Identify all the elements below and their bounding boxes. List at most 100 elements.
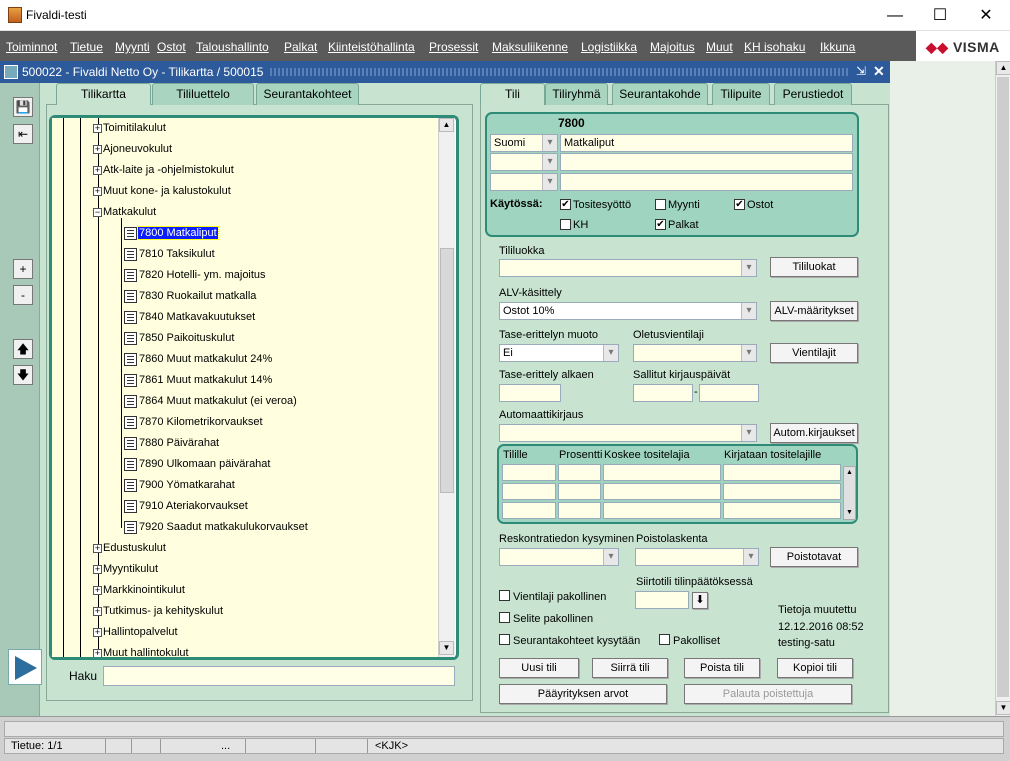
tree-group[interactable]: + Myyntikulut xyxy=(93,559,159,580)
expand-icon[interactable]: + xyxy=(93,606,102,616)
expand-icon[interactable]: + xyxy=(93,186,102,196)
tree-scrollbar[interactable]: ▲ ▼ xyxy=(438,118,455,657)
siirtotili-lookup-icon[interactable]: ⬇ xyxy=(692,592,708,609)
search-input[interactable] xyxy=(103,666,455,686)
tililuokat-button[interactable]: Tililuokat xyxy=(770,257,858,277)
grid-cell[interactable] xyxy=(558,464,601,481)
parent-values-button[interactable]: Pääyrityksen arvot xyxy=(499,684,667,704)
grid-cell[interactable] xyxy=(723,464,841,481)
tree-account[interactable]: 7820 Hotelli- ym. majoitus xyxy=(124,265,267,286)
grid-cell[interactable] xyxy=(603,502,721,519)
tree-group[interactable]: + Hallintopalvelut xyxy=(93,622,179,643)
menu-item[interactable]: Maksuliikenne xyxy=(492,40,568,54)
copy-account-button[interactable]: Kopioi tili xyxy=(777,658,853,678)
grid-cell[interactable] xyxy=(558,502,601,519)
tab-left-1[interactable]: Tililuettelo xyxy=(152,83,254,105)
account-tree[interactable]: + Toimitilakulut + Ajoneuvokulut + Atk-laite … xyxy=(52,118,437,657)
delete-account-button[interactable]: Poista tili xyxy=(684,658,760,678)
grid-cell[interactable] xyxy=(558,483,601,500)
account-name-input[interactable]: Matkaliput xyxy=(560,134,853,152)
in-use-checkbox[interactable] xyxy=(560,219,571,230)
in-use-checkbox[interactable]: ✔ xyxy=(655,219,666,230)
tab-right-2[interactable]: Seurantakohde xyxy=(612,83,708,105)
expand-icon[interactable]: + xyxy=(93,543,102,553)
tree-account[interactable]: 7920 Saadut matkakulukorvaukset xyxy=(124,517,309,538)
move-up-icon[interactable]: 🡅 xyxy=(13,339,33,359)
grid-cell[interactable] xyxy=(502,483,556,500)
poistotavat-button[interactable]: Poistotavat xyxy=(770,547,858,567)
tab-right-1[interactable]: Tiliryhmä xyxy=(545,83,608,105)
tree-account[interactable]: 7850 Paikoituskulut xyxy=(124,328,235,349)
exit-icon[interactable]: ⇤ xyxy=(13,124,33,144)
expand-all-icon[interactable]: + xyxy=(13,259,33,279)
tililuokka-select[interactable] xyxy=(499,259,757,277)
tree-group[interactable]: − Matkakulut xyxy=(93,202,157,223)
tree-group[interactable]: + Tutkimus- ja kehityskulut xyxy=(93,601,224,622)
tree-account[interactable]: 7810 Taksikulut xyxy=(124,244,216,265)
autom-kirjaukset-button[interactable]: Autom.kirjaukset xyxy=(770,423,858,443)
expand-icon[interactable]: + xyxy=(93,627,102,637)
language-select-2[interactable] xyxy=(490,153,558,171)
language-select[interactable]: Suomi xyxy=(490,134,558,152)
scroll-thumb[interactable] xyxy=(997,77,1009,697)
language-select-3[interactable] xyxy=(490,173,558,191)
restore-window-icon[interactable]: ⇲ xyxy=(856,64,866,78)
menu-item[interactable]: Taloushallinto xyxy=(196,40,269,54)
in-use-checkbox[interactable] xyxy=(655,199,666,210)
expand-icon[interactable]: + xyxy=(93,144,102,154)
tree-account[interactable]: 7830 Ruokailut matkalla xyxy=(124,286,257,307)
tree-account[interactable]: 7861 Muut matkakulut 14% xyxy=(124,370,273,391)
scroll-down-icon[interactable]: ▼ xyxy=(996,701,1010,715)
tree-group[interactable]: + Toimitilakulut xyxy=(93,118,167,139)
grid-cell[interactable] xyxy=(603,483,721,500)
tab-left-2[interactable]: Seurantakohteet xyxy=(256,83,359,105)
menu-item[interactable]: Ostot xyxy=(157,40,186,54)
save-icon[interactable]: 💾 xyxy=(13,97,33,117)
selite-pakollinen-checkbox[interactable] xyxy=(499,612,510,623)
tree-scroll-down-icon[interactable]: ▼ xyxy=(439,641,454,655)
tree-group[interactable]: + Markkinointikulut xyxy=(93,580,186,601)
grid-cell[interactable] xyxy=(723,502,841,519)
automaattikirjaus-select[interactable] xyxy=(499,424,757,442)
tree-account[interactable]: 7864 Muut matkakulut (ei veroa) xyxy=(124,391,298,412)
collapse-all-icon[interactable]: - xyxy=(13,285,33,305)
menu-item[interactable]: Kiinteistöhallinta xyxy=(328,40,415,54)
tree-account[interactable]: 7800 Matkaliput xyxy=(124,223,219,244)
grid-cell[interactable] xyxy=(502,502,556,519)
tase-alkaen-input[interactable] xyxy=(499,384,561,402)
poistolaskenta-select[interactable] xyxy=(635,548,759,566)
tree-group[interactable]: + Muut kone- ja kalustokulut xyxy=(93,181,232,202)
tab-right-0[interactable]: Tili xyxy=(480,83,545,105)
menu-item[interactable]: Ikkuna xyxy=(820,40,855,54)
pakolliset-checkbox[interactable] xyxy=(659,634,670,645)
tree-account[interactable]: 7900 Yömatkarahat xyxy=(124,475,236,496)
tree-group[interactable]: + Muut hallintokulut xyxy=(93,643,190,657)
grid-scroll-down-icon[interactable]: ▼ xyxy=(844,507,855,518)
tase-erittely-select[interactable]: Ei xyxy=(499,344,619,362)
menu-item[interactable]: Logistiikka xyxy=(581,40,637,54)
tree-account[interactable]: 7840 Matkavakuutukset xyxy=(124,307,256,328)
desktop-scrollbar[interactable]: ▲ ▼ xyxy=(995,61,1010,716)
new-account-button[interactable]: Uusi tili xyxy=(499,658,579,678)
menu-item[interactable]: Palkat xyxy=(284,40,317,54)
seurantakohteet-checkbox[interactable] xyxy=(499,634,510,645)
expand-icon[interactable]: + xyxy=(93,123,102,133)
close-icon[interactable]: ✕ xyxy=(963,0,1009,31)
alv-select[interactable]: Ostot 10% xyxy=(499,302,757,320)
maximize-icon[interactable]: ☐ xyxy=(917,0,963,31)
siirtotili-input[interactable] xyxy=(635,591,689,609)
grid-cell[interactable] xyxy=(603,464,721,481)
grid-scroll-up-icon[interactable]: ▲ xyxy=(844,467,855,478)
tree-account[interactable]: 7880 Päivärahat xyxy=(124,433,220,454)
expand-icon[interactable]: + xyxy=(93,165,102,175)
account-name-input-2[interactable] xyxy=(560,153,853,171)
sallitut-from-input[interactable] xyxy=(633,384,693,402)
tab-right-4[interactable]: Perustiedot xyxy=(774,83,852,105)
account-name-input-3[interactable] xyxy=(560,173,853,191)
vientilajit-button[interactable]: Vientilajit xyxy=(770,343,858,363)
minimize-icon[interactable]: — xyxy=(872,0,918,31)
reskontra-select[interactable] xyxy=(499,548,619,566)
tree-account[interactable]: 7860 Muut matkakulut 24% xyxy=(124,349,273,370)
tree-account[interactable]: 7890 Ulkomaan päivärahat xyxy=(124,454,271,475)
menu-item[interactable]: Tietue xyxy=(70,40,103,54)
